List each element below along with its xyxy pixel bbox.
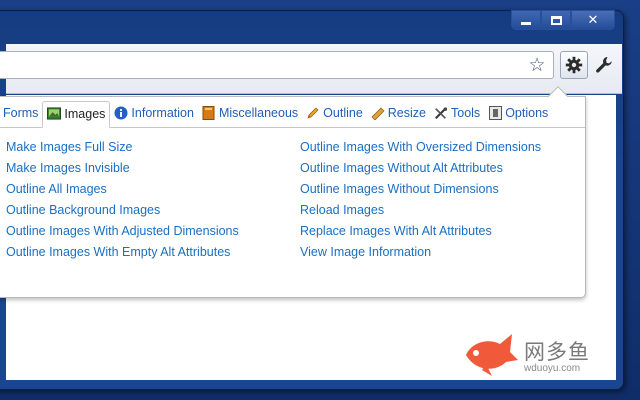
tab-label: Miscellaneous bbox=[218, 106, 299, 120]
star-icon[interactable]: ☆ bbox=[527, 55, 547, 75]
menu-item[interactable]: Reload Images bbox=[300, 200, 541, 221]
menu-item[interactable]: Outline Images With Empty Alt Attributes bbox=[6, 242, 239, 263]
gear-icon bbox=[565, 56, 583, 74]
menu-item[interactable]: Outline Images Without Dimensions bbox=[300, 179, 541, 200]
close-button[interactable]: ✕ bbox=[571, 10, 615, 30]
options-icon bbox=[488, 106, 502, 120]
watermark-logo: 网多鱼 wduoyu.com bbox=[462, 330, 602, 380]
tab-information[interactable]: Information bbox=[110, 101, 198, 127]
window-controls: ✕ bbox=[511, 10, 615, 30]
tab-label: Information bbox=[131, 106, 194, 120]
web-developer-gear-button[interactable] bbox=[560, 51, 588, 79]
address-bar[interactable]: ☆ bbox=[0, 51, 554, 79]
maximize-button[interactable] bbox=[541, 10, 571, 30]
fish-icon bbox=[466, 334, 518, 376]
tab-images[interactable]: Images bbox=[42, 101, 111, 128]
minimize-button[interactable] bbox=[511, 10, 541, 30]
book-icon bbox=[202, 106, 216, 120]
images-icon bbox=[47, 107, 62, 121]
tools-icon bbox=[434, 106, 448, 120]
tab-miscellaneous[interactable]: Miscellaneous bbox=[198, 101, 302, 127]
images-menu-right-column: Outline Images With Oversized Dimensions… bbox=[300, 137, 541, 263]
close-icon: ✕ bbox=[587, 12, 599, 28]
menu-item[interactable]: Outline Images With Adjusted Dimensions bbox=[6, 221, 239, 242]
images-menu-left-column: Make Images Full Size Make Images Invisi… bbox=[6, 137, 239, 263]
popup-tab-bar: Forms Images Information Miscellaneous O… bbox=[0, 100, 585, 128]
menu-item[interactable]: Outline Images With Oversized Dimensions bbox=[300, 137, 541, 158]
info-icon bbox=[114, 106, 128, 120]
tab-label: Resize bbox=[387, 106, 426, 120]
ruler-icon bbox=[371, 106, 385, 120]
tab-outline[interactable]: Outline bbox=[302, 101, 367, 127]
menu-item[interactable]: Outline Background Images bbox=[6, 200, 239, 221]
maximize-icon bbox=[550, 15, 562, 25]
menu-item[interactable]: Replace Images With Alt Attributes bbox=[300, 221, 541, 242]
menu-item[interactable]: Outline Images Without Alt Attributes bbox=[300, 158, 541, 179]
tab-label: Images bbox=[64, 106, 106, 121]
tab-label: Outline bbox=[323, 106, 363, 120]
watermark-subtitle: wduoyu.com bbox=[524, 363, 581, 374]
tab-label: Forms bbox=[3, 106, 39, 120]
menu-item[interactable]: Make Images Full Size bbox=[6, 137, 239, 158]
tab-label: Tools bbox=[451, 106, 481, 120]
tab-tools[interactable]: Tools bbox=[430, 101, 484, 127]
pencil-icon bbox=[306, 106, 320, 120]
menu-item[interactable]: Outline All Images bbox=[6, 179, 239, 200]
watermark-title: 网多鱼 bbox=[524, 340, 590, 364]
menu-item[interactable]: Make Images Invisible bbox=[6, 158, 239, 179]
wrench-menu-button[interactable] bbox=[590, 51, 618, 79]
minimize-icon bbox=[521, 22, 531, 25]
menu-item[interactable]: View Image Information bbox=[300, 242, 541, 263]
web-developer-popup: Forms Images Information Miscellaneous O… bbox=[0, 86, 586, 298]
tab-options[interactable]: Options bbox=[484, 101, 552, 127]
tab-resize[interactable]: Resize bbox=[367, 101, 430, 127]
wrench-icon bbox=[596, 57, 612, 73]
tab-label: Options bbox=[505, 106, 549, 120]
tab-forms[interactable]: Forms bbox=[0, 101, 42, 127]
browser-toolbar: ☆ bbox=[0, 44, 622, 94]
